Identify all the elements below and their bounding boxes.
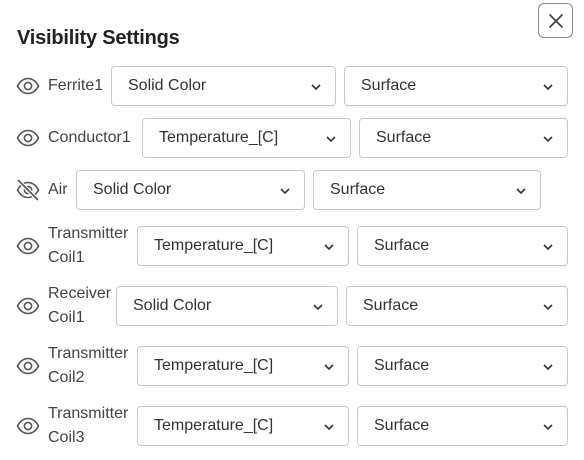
display-mode-select[interactable]: Surface: [346, 286, 568, 326]
object-label: Ferrite1: [48, 77, 104, 94]
display-mode-value: Surface: [376, 129, 432, 146]
display-mode-value: Surface: [363, 297, 419, 314]
object-label-line1: Transmitter: [48, 405, 129, 422]
object-label-line2: Coil1: [48, 309, 85, 326]
object-label-line1: Transmitter: [48, 225, 129, 242]
color-mode-value: Solid Color: [93, 181, 172, 198]
color-mode-value: Temperature_[C]: [159, 129, 279, 146]
object-label-line1: Receiver: [48, 285, 112, 302]
close-icon: [548, 13, 563, 28]
eye-icon[interactable]: [16, 294, 40, 318]
chevron-down-icon: [543, 364, 553, 371]
object-label-line2: Coil2: [48, 369, 85, 386]
display-mode-value: Surface: [361, 77, 417, 94]
display-mode-select[interactable]: Surface: [357, 226, 568, 266]
chevron-down-icon: [543, 424, 553, 431]
chevron-down-icon: [324, 364, 334, 371]
chevron-down-icon: [516, 188, 526, 195]
chevron-down-icon: [311, 84, 321, 91]
color-mode-select[interactable]: Solid Color: [111, 66, 336, 106]
display-mode-value: Surface: [374, 237, 430, 254]
eye-off-icon[interactable]: [16, 178, 40, 202]
chevron-down-icon: [543, 244, 553, 251]
display-mode-select[interactable]: Surface: [359, 118, 568, 158]
color-mode-select[interactable]: Temperature_[C]: [137, 226, 349, 266]
chevron-down-icon: [326, 136, 336, 143]
dialog-title: Visibility Settings: [17, 27, 180, 49]
display-mode-value: Surface: [374, 417, 430, 434]
display-mode-value: Surface: [330, 181, 386, 198]
eye-icon[interactable]: [16, 354, 40, 378]
color-mode-select[interactable]: Solid Color: [76, 170, 305, 210]
object-label: Conductor1: [48, 129, 131, 146]
eye-icon[interactable]: [16, 126, 40, 150]
object-label-line2: Coil1: [48, 249, 85, 266]
color-mode-value: Solid Color: [133, 297, 212, 314]
color-mode-select[interactable]: Temperature_[C]: [137, 346, 349, 386]
chevron-down-icon: [324, 424, 334, 431]
eye-icon[interactable]: [16, 414, 40, 438]
display-mode-select[interactable]: Surface: [357, 346, 568, 386]
eye-icon[interactable]: [16, 234, 40, 258]
object-label: Air: [48, 181, 68, 198]
color-mode-select[interactable]: Temperature_[C]: [137, 406, 349, 446]
close-button[interactable]: [538, 3, 573, 38]
chevron-down-icon: [543, 136, 553, 143]
display-mode-select[interactable]: Surface: [313, 170, 541, 210]
chevron-down-icon: [543, 304, 553, 311]
color-mode-value: Solid Color: [128, 77, 207, 94]
color-mode-select[interactable]: Temperature_[C]: [142, 118, 351, 158]
object-label-line2: Coil3: [48, 429, 85, 446]
display-mode-select[interactable]: Surface: [357, 406, 568, 446]
object-label-line1: Transmitter: [48, 345, 129, 362]
chevron-down-icon: [313, 304, 323, 311]
color-mode-value: Temperature_[C]: [154, 417, 274, 434]
eye-icon[interactable]: [16, 74, 40, 98]
color-mode-value: Temperature_[C]: [154, 357, 274, 374]
chevron-down-icon: [280, 188, 290, 195]
color-mode-value: Temperature_[C]: [154, 237, 274, 254]
chevron-down-icon: [324, 244, 334, 251]
color-mode-select[interactable]: Solid Color: [116, 286, 338, 326]
display-mode-select[interactable]: Surface: [344, 66, 568, 106]
display-mode-value: Surface: [374, 357, 430, 374]
chevron-down-icon: [543, 84, 553, 91]
